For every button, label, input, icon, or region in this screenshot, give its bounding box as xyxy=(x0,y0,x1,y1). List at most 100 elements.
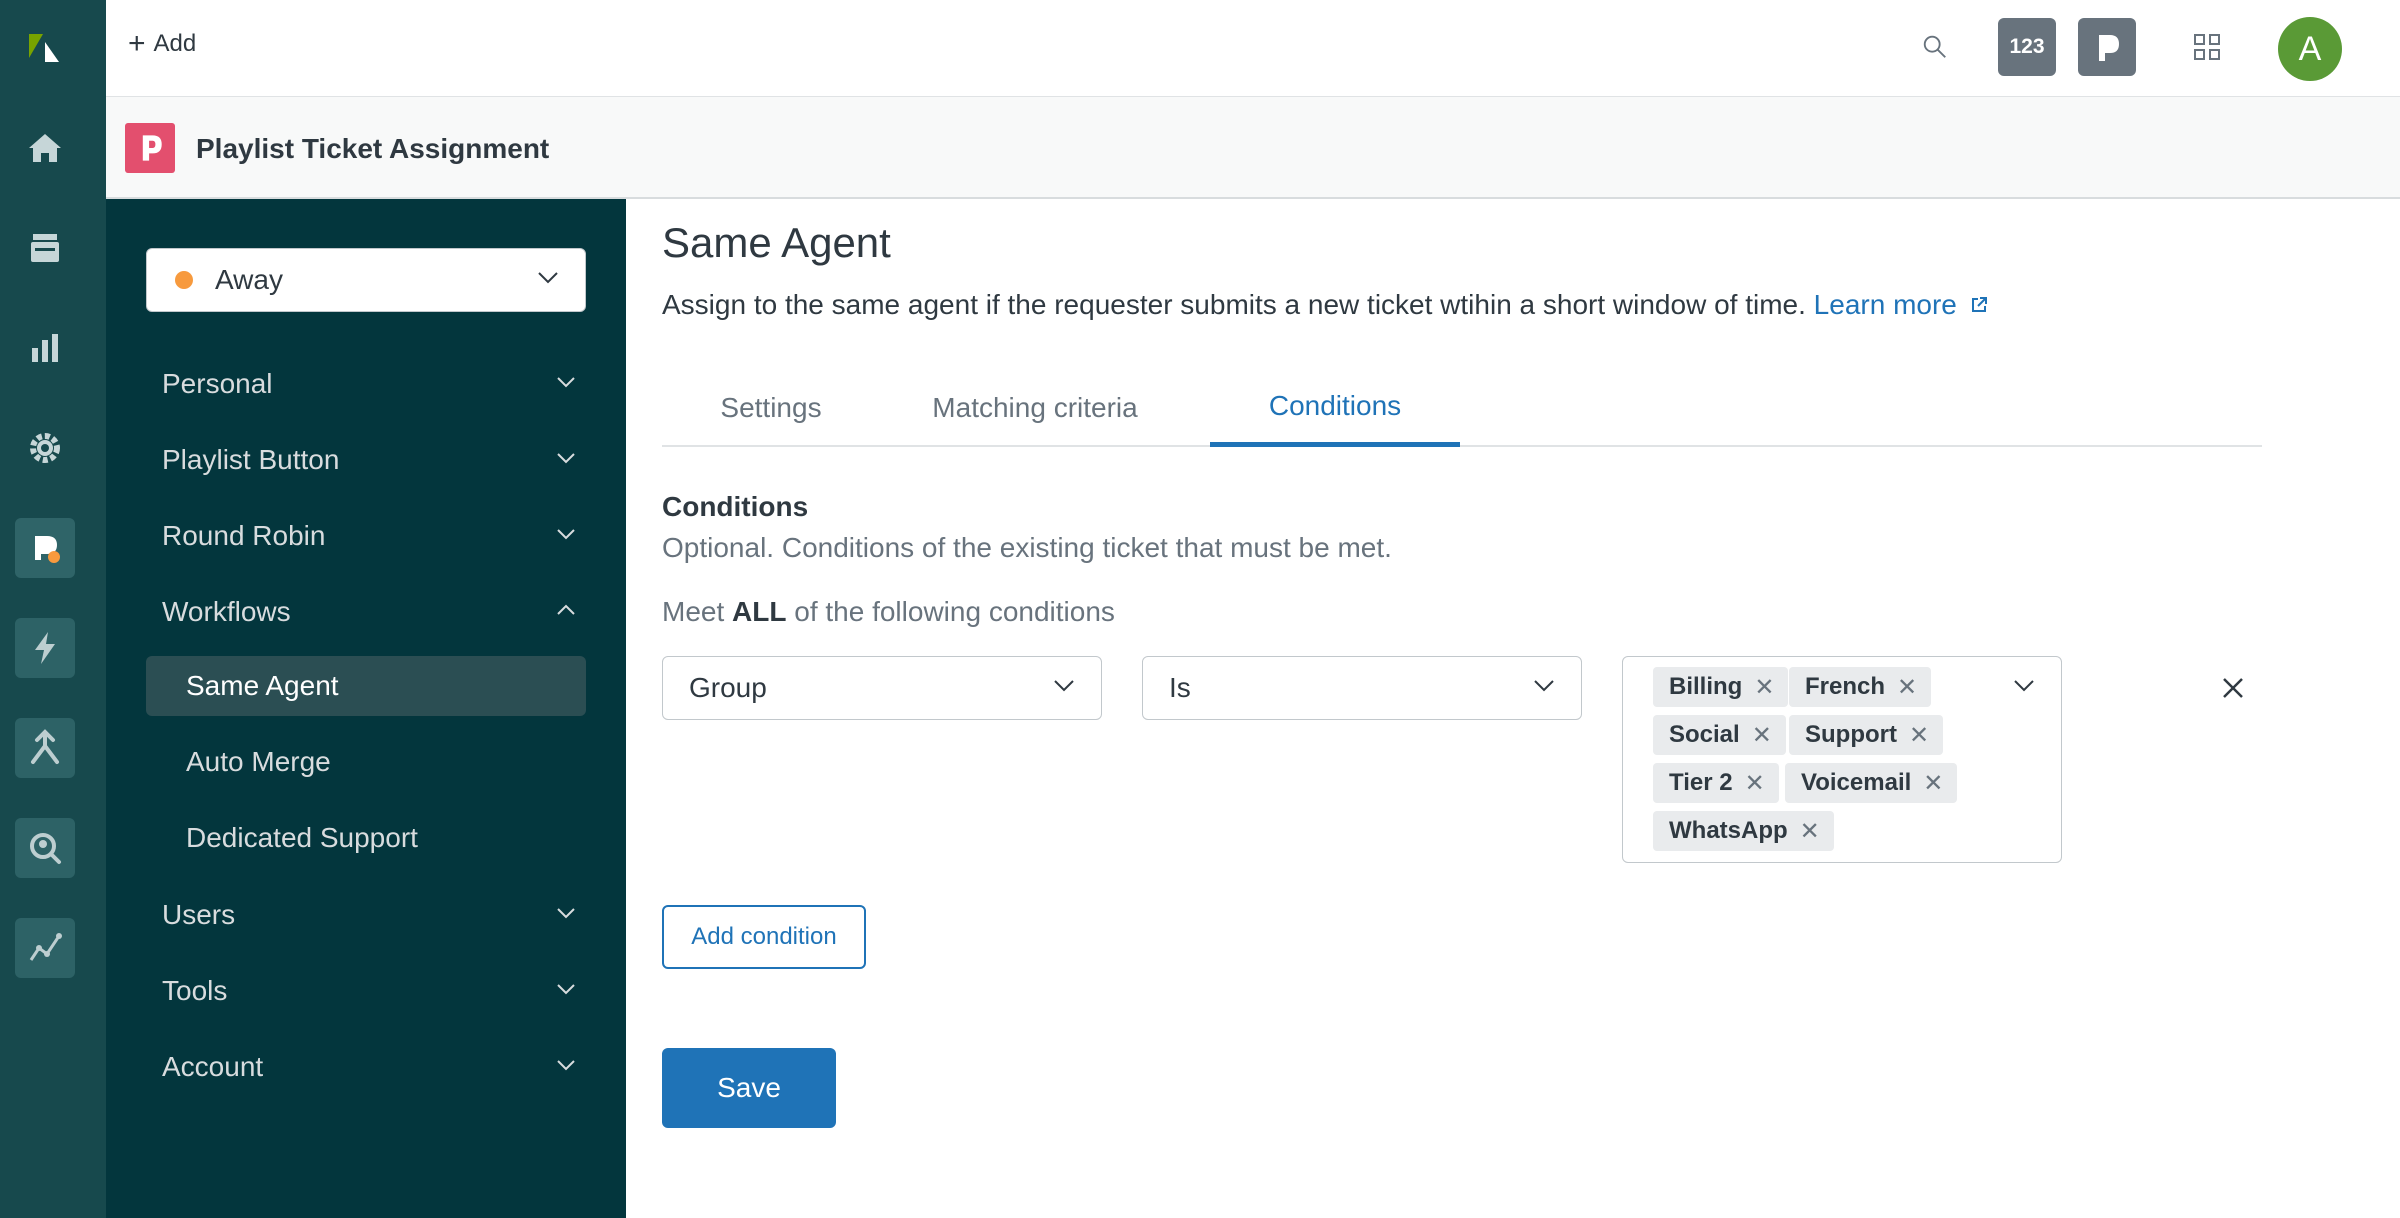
page-description: Assign to the same agent if the requeste… xyxy=(662,289,1989,321)
chevron-down-icon xyxy=(557,1060,575,1071)
playlist-app-shortcut-icon[interactable] xyxy=(2078,18,2136,76)
conditions-description: Optional. Conditions of the existing tic… xyxy=(662,532,1392,563)
tag-support: Support ✕ xyxy=(1789,715,1944,755)
merge-app-icon[interactable] xyxy=(15,718,75,778)
apps-grid-icon[interactable] xyxy=(2178,18,2236,76)
nav-workflows[interactable]: Workflows xyxy=(162,582,592,642)
tag-billing: Billing ✕ xyxy=(1653,667,1789,707)
nav-users[interactable]: Users xyxy=(162,885,592,945)
tab-list: Settings Matching criteria Conditions xyxy=(662,369,2262,447)
admin-gear-icon[interactable] xyxy=(15,418,75,478)
product-rail xyxy=(0,0,106,1218)
tag-label: Support xyxy=(1805,721,1897,748)
condition-field-select[interactable]: Group xyxy=(662,656,1102,720)
notifications-count-badge[interactable]: 123 xyxy=(1998,18,2056,76)
tag-label: French xyxy=(1805,673,1886,700)
nav-round-robin[interactable]: Round Robin xyxy=(162,506,592,566)
analytics-app-icon[interactable] xyxy=(15,918,75,978)
nav-auto-merge[interactable]: Auto Merge xyxy=(146,732,586,792)
tag-label: Voicemail xyxy=(1801,769,1912,796)
home-icon[interactable] xyxy=(15,118,75,178)
nav-same-agent[interactable]: Same Agent xyxy=(146,656,586,716)
chevron-up-icon xyxy=(557,604,575,615)
meet-prefix: Meet xyxy=(662,596,725,627)
nav-label: Round Robin xyxy=(162,520,326,551)
bolt-app-icon[interactable] xyxy=(15,618,75,678)
search-icon[interactable] xyxy=(1910,22,1960,72)
nav-label: Tools xyxy=(162,975,228,1006)
agent-status-select[interactable]: Away xyxy=(146,248,586,312)
chevron-down-icon xyxy=(538,272,558,284)
zendesk-logo-icon[interactable] xyxy=(15,18,75,78)
nav-personal[interactable]: Personal xyxy=(162,354,592,414)
nav-playlist-button[interactable]: Playlist Button xyxy=(162,430,592,490)
tab-settings[interactable]: Settings xyxy=(662,369,880,447)
nav-label: Account xyxy=(162,1051,264,1082)
tab-matching-criteria[interactable]: Matching criteria xyxy=(880,369,1190,447)
nav-label: Users xyxy=(162,899,236,930)
page-title: Same Agent xyxy=(662,219,891,266)
nav-dedicated-support[interactable]: Dedicated Support xyxy=(146,808,586,868)
plus-icon: + xyxy=(128,27,146,60)
remove-tag-icon[interactable]: ✕ xyxy=(1745,769,1765,798)
chevron-down-icon xyxy=(1054,680,1074,692)
views-icon[interactable] xyxy=(15,218,75,278)
conditions-match-mode: Meet ALL of the following conditions xyxy=(662,596,1115,628)
tag-label: Billing xyxy=(1669,673,1743,700)
remove-tag-icon[interactable]: ✕ xyxy=(1752,721,1772,750)
tag-label: Tier 2 xyxy=(1669,769,1733,796)
tag-whatsapp: WhatsApp ✕ xyxy=(1653,811,1834,851)
remove-tag-icon[interactable]: ✕ xyxy=(1909,721,1929,750)
chevron-down-icon[interactable] xyxy=(2013,679,2035,693)
learn-more-link[interactable]: Learn more xyxy=(1814,289,1989,320)
remove-tag-icon[interactable]: ✕ xyxy=(1897,673,1917,702)
meet-all-label: ALL xyxy=(732,596,787,627)
user-avatar[interactable]: A xyxy=(2278,17,2342,81)
external-link-icon xyxy=(1971,297,1987,312)
chevron-down-icon xyxy=(557,908,575,919)
tag-french: French ✕ xyxy=(1789,667,1932,707)
remove-tag-icon[interactable]: ✕ xyxy=(1800,817,1820,846)
tab-conditions[interactable]: Conditions xyxy=(1210,369,1460,447)
remove-tag-icon[interactable]: ✕ xyxy=(1923,769,1943,798)
app-title: Playlist Ticket Assignment xyxy=(196,133,550,164)
conditions-heading: Conditions xyxy=(662,491,809,522)
main-content: Same Agent Assign to the same agent if t… xyxy=(626,199,2400,1218)
nav-label: Playlist Button xyxy=(162,444,340,475)
playlist-app-icon[interactable] xyxy=(15,518,75,578)
tag-label: Social xyxy=(1669,721,1740,748)
chevron-down-icon xyxy=(1534,680,1554,692)
learn-more-label: Learn more xyxy=(1813,289,1957,320)
chevron-down-icon xyxy=(557,529,575,540)
condition-operator-select[interactable]: Is xyxy=(1142,656,1582,720)
nav-label: Personal xyxy=(162,368,273,399)
tag-voicemail: Voicemail ✕ xyxy=(1785,763,1958,803)
tag-label: WhatsApp xyxy=(1669,817,1788,844)
nav-label: Workflows xyxy=(162,596,291,627)
condition-field-value: Group xyxy=(689,672,767,703)
status-dot-icon xyxy=(175,271,193,289)
nav-account[interactable]: Account xyxy=(162,1037,592,1097)
playlist-logo-icon xyxy=(125,123,175,173)
chevron-down-icon xyxy=(557,377,575,388)
save-button[interactable]: Save xyxy=(662,1048,836,1128)
meet-suffix: of the following conditions xyxy=(794,596,1115,627)
remove-tag-icon[interactable]: ✕ xyxy=(1754,673,1774,702)
reporting-icon[interactable] xyxy=(15,318,75,378)
chevron-down-icon xyxy=(557,453,575,464)
nav-tools[interactable]: Tools xyxy=(162,961,592,1021)
tag-tier-2: Tier 2 ✕ xyxy=(1653,763,1779,803)
settings-nav: Away Personal Playlist Button Round Robi… xyxy=(106,199,626,1218)
add-condition-button[interactable]: Add condition xyxy=(662,905,866,969)
tag-social: Social ✕ xyxy=(1653,715,1786,755)
condition-operator-value: Is xyxy=(1169,672,1191,703)
add-button[interactable]: + Add xyxy=(128,27,196,60)
page-description-text: Assign to the same agent if the requeste… xyxy=(662,289,1806,320)
search-agent-app-icon[interactable] xyxy=(15,818,75,878)
remove-condition-icon[interactable] xyxy=(2216,671,2250,705)
app-title-bar: Playlist Ticket Assignment xyxy=(106,97,2400,199)
top-header: + Add 123 A xyxy=(106,0,2400,97)
chevron-down-icon xyxy=(557,984,575,995)
agent-status-label: Away xyxy=(215,264,283,295)
condition-values-multiselect[interactable]: Billing ✕ French ✕ Social ✕ Support ✕ Tier 2… xyxy=(1622,656,2062,863)
